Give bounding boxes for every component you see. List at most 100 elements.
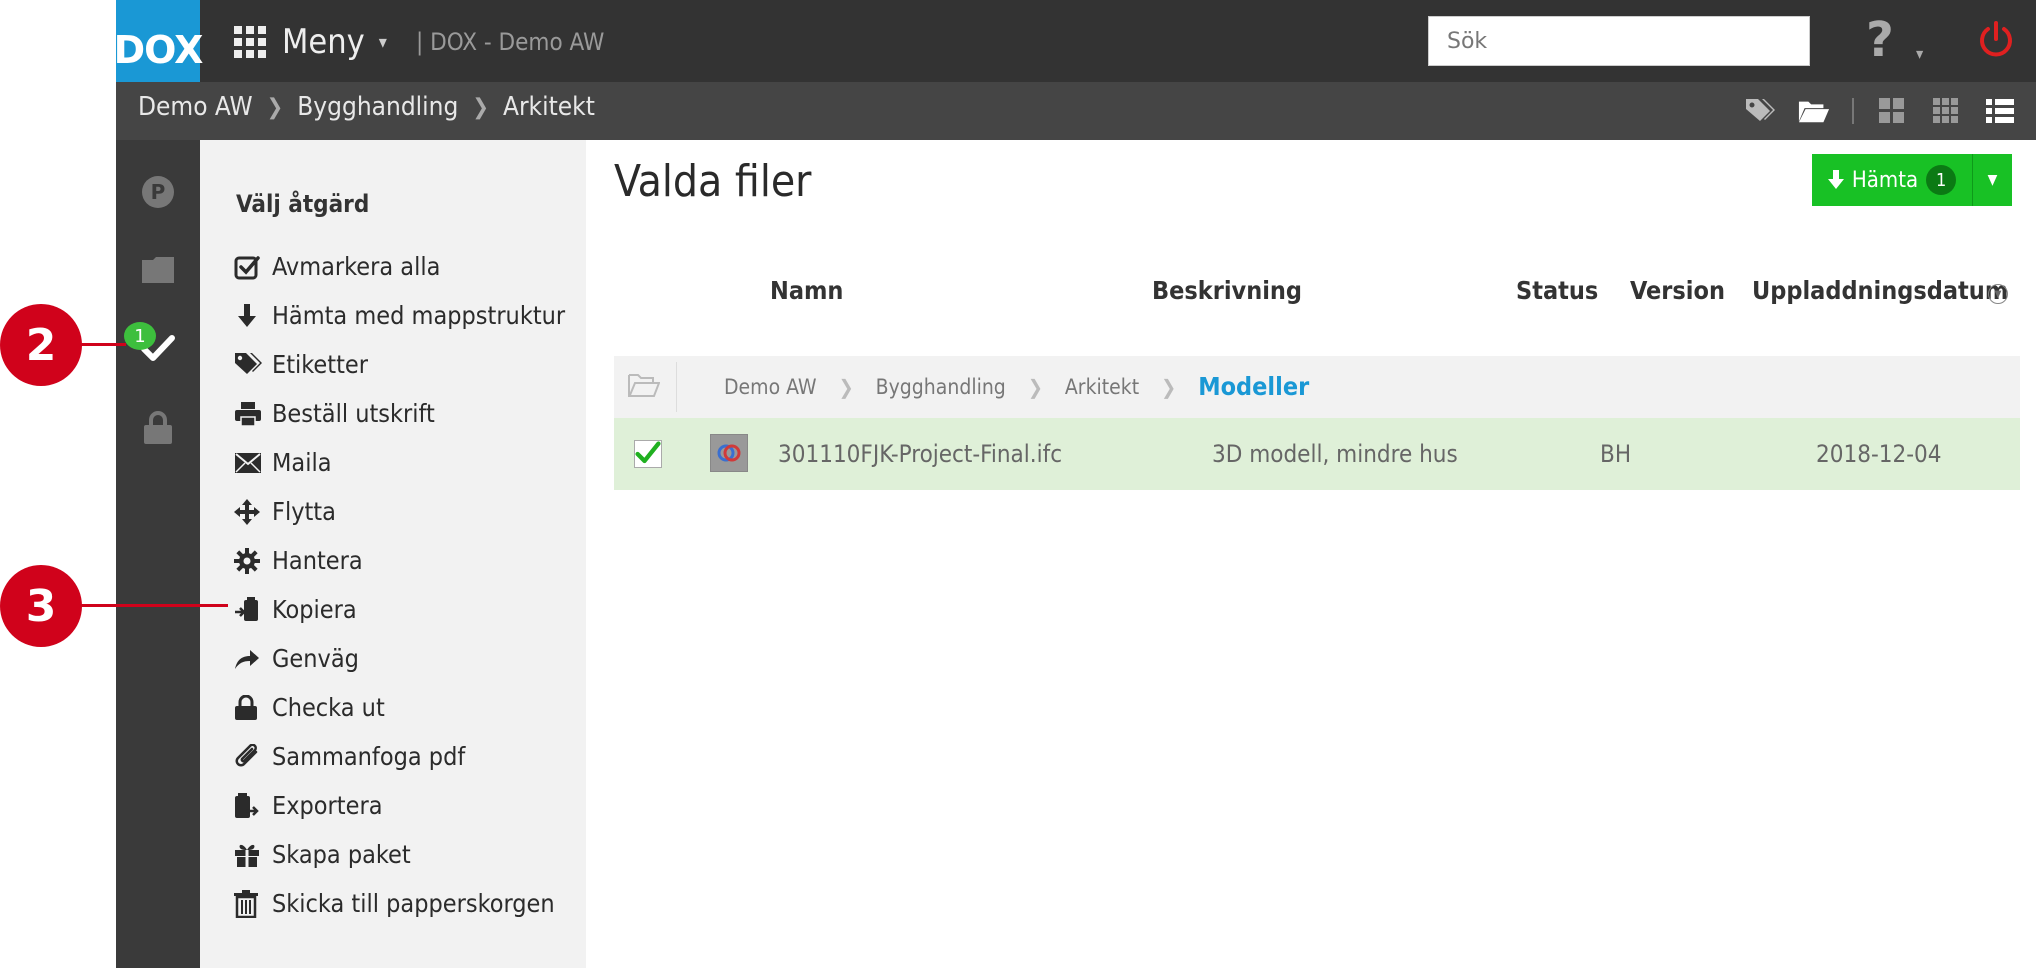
rail-item-p[interactable]: P xyxy=(116,162,200,222)
toolbar-divider xyxy=(1852,98,1854,124)
power-icon[interactable] xyxy=(1976,20,2016,60)
path-item[interactable]: Demo AW xyxy=(724,375,817,399)
rail-item-folder[interactable] xyxy=(116,240,200,300)
copy-icon xyxy=(234,595,266,625)
print-icon xyxy=(234,399,266,429)
download-options-toggle[interactable]: ▼ xyxy=(1972,154,2012,206)
file-name[interactable]: 301110FJK-Project-Final.ifc xyxy=(778,440,1062,468)
file-upload-date: 2018-12-04 xyxy=(1816,440,1942,468)
lock-icon xyxy=(234,693,266,723)
dox-logo[interactable]: DOX xyxy=(114,0,203,82)
action-label: Hantera xyxy=(272,546,363,575)
action-shortcut[interactable]: Genväg xyxy=(234,634,565,683)
column-header-version[interactable]: Version xyxy=(1630,276,1725,305)
lock-icon xyxy=(144,411,172,444)
action-label: Beställ utskrift xyxy=(272,399,435,428)
left-icon-rail: P xyxy=(116,140,200,968)
action-label: Skicka till papperskorgen xyxy=(272,889,555,918)
chevron-right-icon: ❯ xyxy=(1027,374,1043,399)
action-label: Skapa paket xyxy=(272,840,411,869)
action-label: Maila xyxy=(272,448,332,477)
chevron-down-icon: ▼ xyxy=(1987,172,1998,188)
large-grid-view-icon[interactable] xyxy=(1876,96,1908,126)
folder-icon xyxy=(142,257,174,283)
action-tags[interactable]: Etiketter xyxy=(234,340,565,389)
move-icon xyxy=(234,497,266,527)
rail-item-lock[interactable] xyxy=(116,398,200,458)
export-icon xyxy=(234,791,266,821)
gear-icon xyxy=(234,546,266,576)
chevron-down-icon: ▾ xyxy=(378,31,387,53)
breadcrumb: Demo AW ❯ Bygghandling ❯ Arkitekt xyxy=(138,92,595,122)
download-count-badge: 1 xyxy=(1926,165,1957,195)
action-create-package[interactable]: Skapa paket xyxy=(234,830,565,879)
column-header-name[interactable]: Namn xyxy=(770,276,843,305)
help-chevron-down-icon[interactable]: ▾ xyxy=(1916,44,1923,63)
action-mail[interactable]: Maila xyxy=(234,438,565,487)
p-icon: P xyxy=(142,176,174,208)
ifc-file-thumbnail[interactable] xyxy=(710,434,748,472)
download-button[interactable]: Hämta 1 xyxy=(1812,154,1972,206)
file-description: 3D modell, mindre hus xyxy=(1212,440,1458,468)
download-icon xyxy=(1827,170,1844,189)
sort-dropdown-icon[interactable]: ▼ xyxy=(1988,284,2008,304)
breadcrumb-item[interactable]: Bygghandling xyxy=(297,92,458,122)
action-copy[interactable]: Kopiera xyxy=(234,585,565,634)
search-input[interactable] xyxy=(1428,16,1810,66)
path-item[interactable]: Arkitekt xyxy=(1065,375,1139,399)
mail-icon xyxy=(234,448,266,478)
download-icon xyxy=(234,301,266,331)
path-divider xyxy=(676,362,677,412)
action-move-to-trash[interactable]: Skicka till papperskorgen xyxy=(234,879,565,928)
action-move[interactable]: Flytta xyxy=(234,487,565,536)
checkbox-icon xyxy=(234,252,266,282)
action-label: Exportera xyxy=(272,791,383,820)
chevron-right-icon: ❯ xyxy=(838,374,854,399)
action-list: Avmarkera alla Hämta med mappstruktur Et… xyxy=(234,242,565,928)
action-label: Kopiera xyxy=(272,595,357,624)
file-status: BH xyxy=(1600,440,1632,468)
gift-icon xyxy=(234,840,266,870)
small-grid-view-icon[interactable] xyxy=(1930,96,1962,126)
action-export[interactable]: Exportera xyxy=(234,781,565,830)
selected-count-badge: 1 xyxy=(124,322,156,350)
paperclip-icon xyxy=(234,742,266,772)
page-title: Valda filer xyxy=(614,156,812,207)
checkmark-icon xyxy=(635,441,661,464)
column-header-upload-date[interactable]: Uppladdningsdatum xyxy=(1752,276,2008,305)
action-label: Hämta med mappstruktur xyxy=(272,301,566,330)
annotation-line-3 xyxy=(80,604,228,607)
breadcrumb-item[interactable]: Arkitekt xyxy=(503,92,595,122)
menu-button[interactable]: Meny ▾ xyxy=(234,20,387,64)
path-item[interactable]: Bygghandling xyxy=(876,375,1006,399)
context-title: | DOX - Demo AW xyxy=(416,28,605,56)
download-label: Hämta xyxy=(1851,167,1919,193)
folder-open-icon[interactable] xyxy=(628,372,660,398)
svg-text:P: P xyxy=(151,180,166,204)
chevron-right-icon: ❯ xyxy=(266,94,284,120)
column-header-description[interactable]: Beskrivning xyxy=(1152,276,1302,305)
chevron-right-icon: ❯ xyxy=(472,94,489,120)
action-check-out[interactable]: Checka ut xyxy=(234,683,565,732)
action-order-print[interactable]: Beställ utskrift xyxy=(234,389,565,438)
tags-icon[interactable] xyxy=(1744,96,1776,126)
action-label: Checka ut xyxy=(272,693,385,722)
list-view-icon[interactable] xyxy=(1984,96,2016,126)
apps-grid-icon xyxy=(234,26,266,58)
folder-open-icon[interactable] xyxy=(1798,96,1830,126)
help-icon[interactable]: ? xyxy=(1866,12,1894,68)
path-current-folder[interactable]: Modeller xyxy=(1198,372,1309,401)
tags-icon xyxy=(234,350,266,380)
column-header-status[interactable]: Status xyxy=(1516,276,1598,305)
action-merge-pdf[interactable]: Sammanfoga pdf xyxy=(234,732,565,781)
annotation-line-2 xyxy=(80,343,126,346)
action-label: Sammanfoga pdf xyxy=(272,742,466,771)
action-label: Genväg xyxy=(272,644,359,673)
annotation-marker-3: 3 xyxy=(0,565,82,647)
action-label: Avmarkera alla xyxy=(272,252,441,281)
action-deselect-all[interactable]: Avmarkera alla xyxy=(234,242,565,291)
breadcrumb-item[interactable]: Demo AW xyxy=(138,92,253,122)
action-download-with-structure[interactable]: Hämta med mappstruktur xyxy=(234,291,565,340)
row-checkbox[interactable] xyxy=(634,440,662,468)
action-manage[interactable]: Hantera xyxy=(234,536,565,585)
